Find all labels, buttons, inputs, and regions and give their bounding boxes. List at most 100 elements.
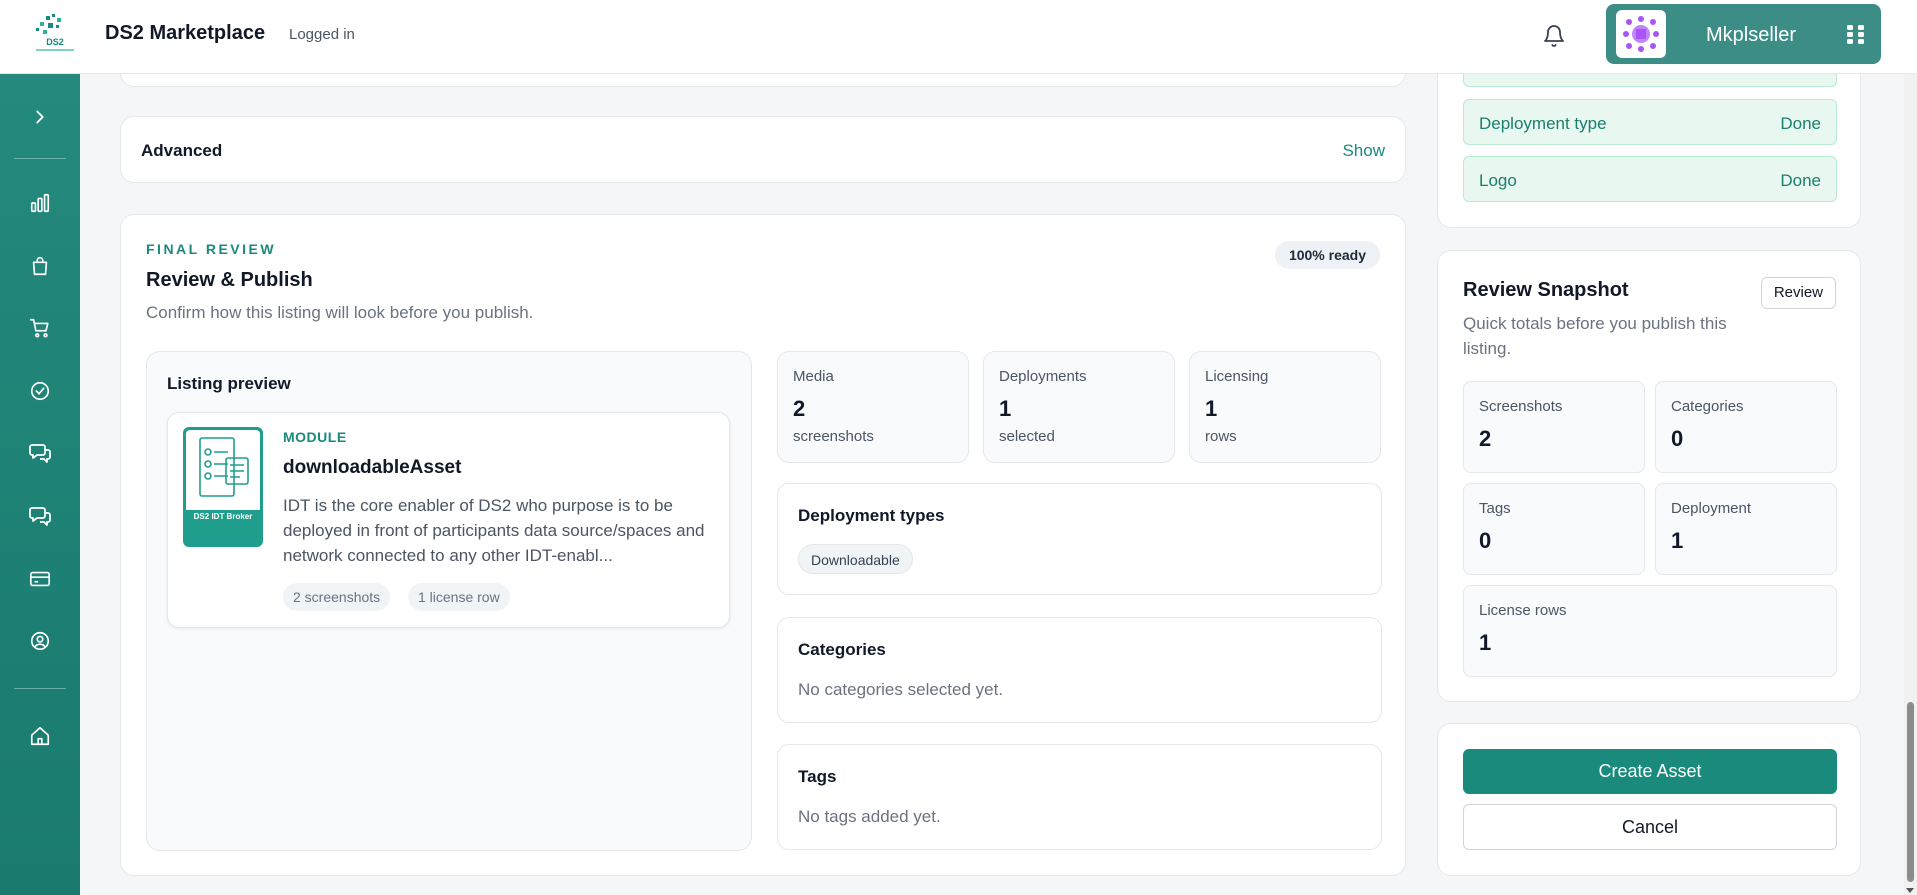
app-title: DS2 Marketplace: [105, 22, 266, 44]
snapshot-value: 0: [1671, 426, 1684, 451]
snapshot-categories: Categories 0: [1655, 381, 1837, 473]
scrollbar-thumb[interactable]: [1907, 702, 1914, 882]
snapshot-label: License rows: [1479, 602, 1567, 619]
sidebar-item-products[interactable]: [0, 244, 80, 288]
cancel-button[interactable]: Cancel: [1463, 804, 1837, 850]
bell-icon[interactable]: [1538, 20, 1570, 52]
sidebar-toggle[interactable]: [0, 95, 80, 139]
asset-thumbnail: DS2 IDT Broker: [183, 427, 263, 547]
checklist-status: Done: [1780, 171, 1821, 190]
checklist-item-deployment-type: Deployment type Done: [1463, 99, 1837, 145]
stat-deployments: Deployments 1 selected: [983, 351, 1175, 463]
cart-icon: [30, 318, 49, 338]
create-asset-button[interactable]: Create Asset: [1463, 749, 1837, 794]
advanced-show-toggle[interactable]: Show: [1342, 141, 1385, 161]
sidebar-item-messages[interactable]: [0, 431, 80, 475]
deployment-types-title: Deployment types: [798, 506, 945, 525]
thumbnail-label: DS2 IDT Broker: [193, 512, 253, 521]
top-bar: DS2 DS2 Marketplace Logged in Mkplseller: [0, 0, 1917, 74]
categories-box: Categories No categories selected yet.: [777, 617, 1382, 723]
scroll-down-arrow-icon[interactable]: [1906, 888, 1914, 893]
advanced-title: Advanced: [141, 141, 223, 160]
snapshot-value: 2: [1479, 426, 1492, 451]
final-review-section: FINAL REVIEW Review & Publish Confirm ho…: [120, 214, 1406, 876]
page-scrollbar[interactable]: [1904, 74, 1917, 895]
listing-preview-card[interactable]: DS2 IDT Broker MODULE downloadableAsset …: [167, 412, 730, 628]
sidebar-divider: [14, 158, 66, 159]
stat-unit: selected: [999, 428, 1055, 445]
stat-label: Deployments: [999, 368, 1087, 385]
snapshot-title: Review Snapshot: [1463, 279, 1629, 301]
sidebar-item-cart[interactable]: [0, 306, 80, 350]
categories-empty-text: No categories selected yet.: [798, 680, 1004, 699]
stat-unit: rows: [1205, 428, 1237, 445]
credit-card-icon: [30, 571, 50, 587]
snapshot-screenshots: Screenshots 2: [1463, 381, 1645, 473]
snapshot-tags: Tags 0: [1463, 483, 1645, 575]
sidebar: [0, 74, 80, 895]
review-snapshot-card: Review Snapshot Quick totals before you …: [1437, 250, 1861, 702]
categories-title: Categories: [798, 640, 886, 659]
checklist-item-logo: Logo Done: [1463, 156, 1837, 202]
ready-badge: 100% ready: [1274, 241, 1380, 269]
advanced-section: Advanced Show: [120, 116, 1406, 183]
section-subtitle: Confirm how this listing will look befor…: [146, 303, 534, 322]
checklist-label: Logo: [1479, 171, 1517, 190]
avatar: [1616, 10, 1666, 58]
sidebar-item-profile[interactable]: [0, 619, 80, 663]
stat-label: Licensing: [1205, 368, 1269, 385]
user-menu[interactable]: Mkplseller: [1606, 4, 1881, 64]
stat-media: Media 2 screenshots: [777, 351, 969, 463]
stat-value: 1: [999, 396, 1012, 421]
checklist-label: Deployment type: [1479, 114, 1607, 133]
asset-name: downloadableAsset: [283, 457, 462, 478]
snapshot-value: 1: [1479, 630, 1492, 655]
ds2-logo[interactable]: DS2: [30, 14, 80, 56]
section-title: Review & Publish: [146, 269, 313, 291]
asset-description: IDT is the core enabler of DS2 who purpo…: [283, 496, 705, 565]
logo-text: DS2: [46, 37, 64, 47]
snapshot-value: 1: [1671, 528, 1684, 553]
snapshot-deployment: Deployment 1: [1655, 483, 1837, 575]
sidebar-divider: [14, 688, 66, 689]
stat-label: Media: [793, 368, 834, 385]
stat-licensing: Licensing 1 rows: [1189, 351, 1381, 463]
asset-type-tag: MODULE: [283, 429, 347, 445]
user-name: Mkplseller: [1706, 24, 1797, 46]
checklist-status: Done: [1780, 114, 1821, 133]
screenshots-chip: 2 screenshots: [283, 583, 391, 611]
snapshot-label: Deployment: [1671, 500, 1752, 517]
snapshot-value: 0: [1479, 528, 1492, 553]
snapshot-subtitle: Quick totals before you publish this lis…: [1463, 314, 1727, 358]
tags-title: Tags: [798, 767, 837, 786]
snapshot-label: Screenshots: [1479, 398, 1563, 415]
check-circle-icon: [30, 381, 50, 401]
chevron-right-icon: [36, 110, 44, 124]
section-eyebrow: FINAL REVIEW: [146, 241, 277, 257]
snapshot-license-rows: License rows 1: [1463, 585, 1837, 677]
listing-preview-panel: Listing preview DS2 IDT Broker MODULE do…: [146, 351, 752, 851]
tags-empty-text: No tags added yet.: [798, 807, 941, 826]
sidebar-item-billing[interactable]: [0, 557, 80, 601]
user-circle-icon: [30, 631, 50, 651]
login-status: Logged in: [289, 26, 355, 43]
tags-box: Tags No tags added yet.: [777, 744, 1382, 850]
deployment-type-chip: Downloadable: [798, 544, 913, 574]
review-button[interactable]: Review: [1760, 277, 1836, 309]
chat-icon: [29, 444, 51, 463]
sidebar-item-analytics[interactable]: [0, 181, 80, 225]
stat-value: 1: [1205, 396, 1218, 421]
sidebar-item-discussions[interactable]: [0, 494, 80, 538]
sidebar-item-home[interactable]: [0, 714, 80, 758]
listing-preview-label: Listing preview: [167, 374, 291, 393]
snapshot-label: Categories: [1671, 398, 1744, 415]
license-rows-chip: 1 license row: [408, 583, 510, 611]
shopping-bag-icon: [32, 256, 48, 276]
stat-unit: screenshots: [793, 428, 874, 445]
home-icon: [30, 726, 50, 746]
deployment-types-box: Deployment types Downloadable: [777, 483, 1382, 595]
grid-dots-icon[interactable]: [1846, 24, 1866, 44]
sidebar-item-approvals[interactable]: [0, 369, 80, 413]
bar-chart-icon: [30, 193, 50, 213]
stat-value: 2: [793, 396, 806, 421]
